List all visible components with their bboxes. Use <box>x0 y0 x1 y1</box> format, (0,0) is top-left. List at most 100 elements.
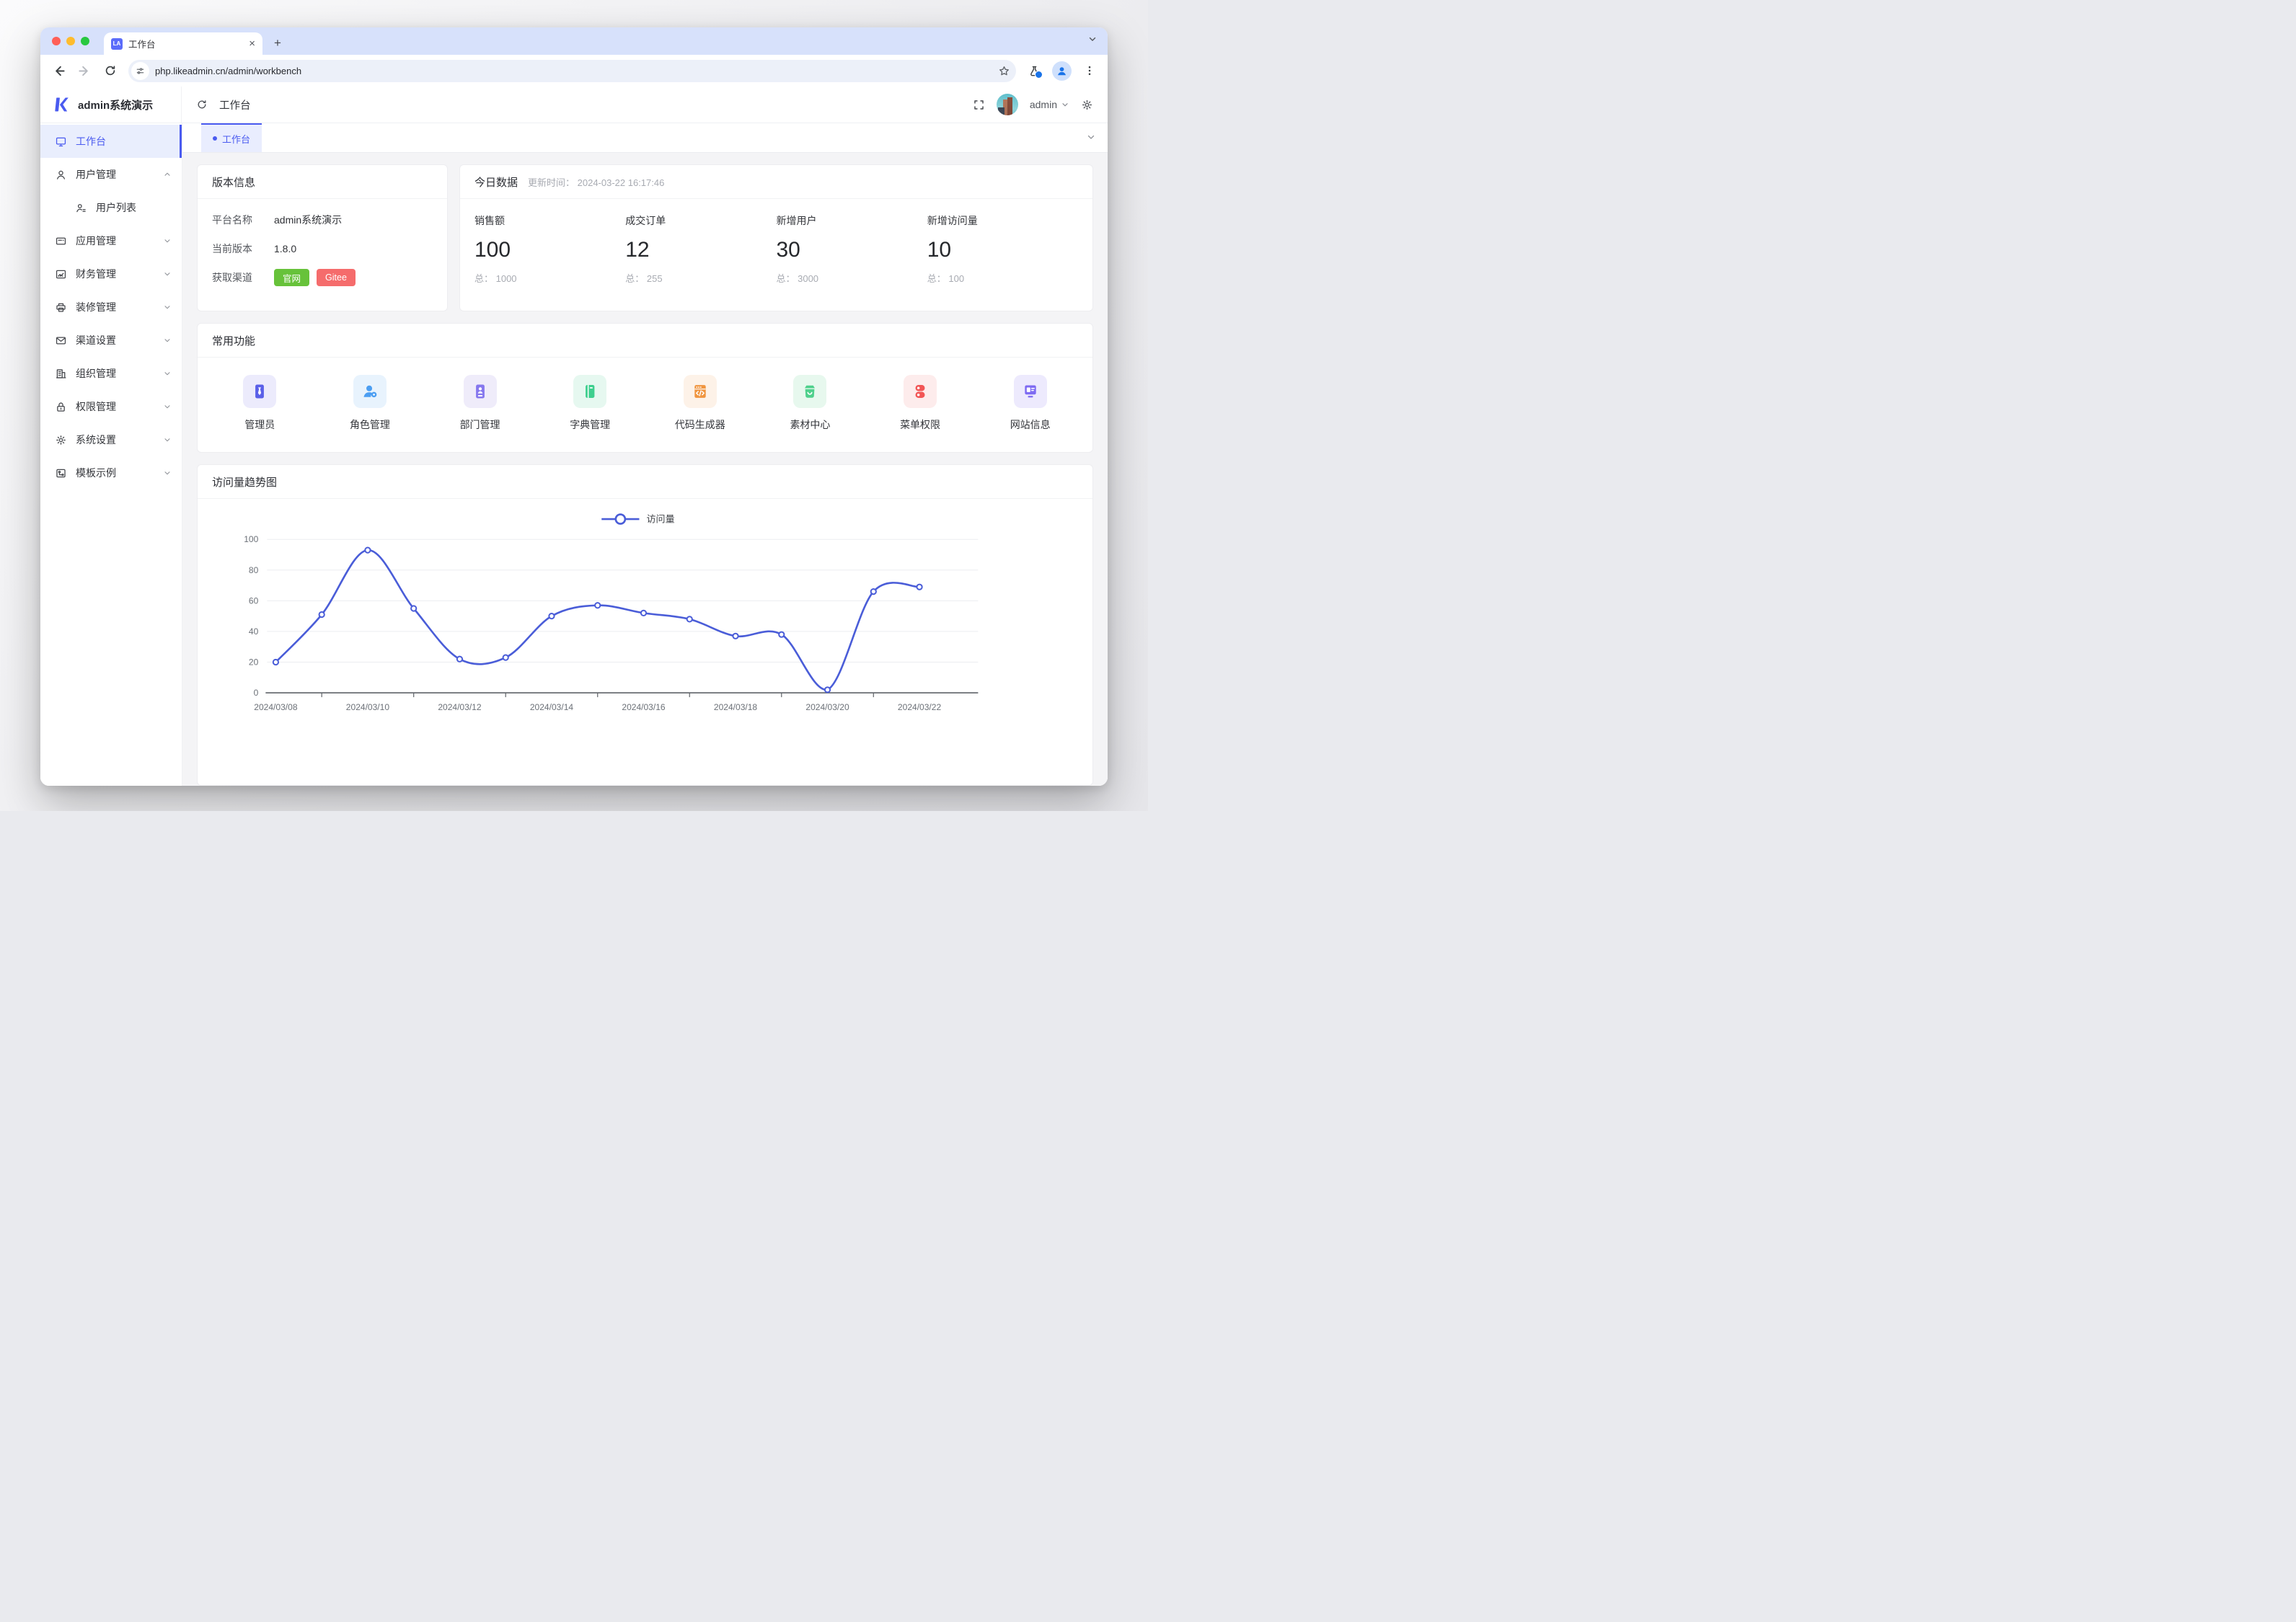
user-avatar[interactable] <box>996 94 1018 115</box>
fullscreen-icon[interactable] <box>973 99 985 111</box>
url-bar[interactable]: php.likeadmin.cn/admin/workbench <box>128 59 1016 82</box>
sidebar-item-系统设置[interactable]: 系统设置 <box>40 423 182 456</box>
line-chart: 0 20 40 60 80 100 2024/03/08 2024/03/10 2024/03/… <box>244 513 979 712</box>
official-site-button[interactable]: 官网 <box>274 269 310 286</box>
sidebar-item-组织管理[interactable]: 组织管理 <box>40 357 182 390</box>
today-data-card: 今日数据 更新时间： 2024-03-22 16:17:46 销售额 100 总： … <box>459 164 1093 311</box>
finance-icon <box>55 268 67 280</box>
close-window-button[interactable] <box>52 37 61 45</box>
active-tab-dot-icon <box>213 136 217 141</box>
stat-新增用户: 新增用户 30 总： 3000 <box>777 213 927 311</box>
svg-text:2024/03/14: 2024/03/14 <box>530 702 574 712</box>
current-version-label: 当前版本 <box>212 243 252 254</box>
quick-item-label: 角色管理 <box>349 419 390 430</box>
updated-time: 更新时间： 2024-03-22 16:17:46 <box>528 177 665 188</box>
tab-close-icon[interactable]: × <box>249 38 255 49</box>
sidebar-item-渠道设置[interactable]: 渠道设置 <box>40 324 182 357</box>
bookmark-star-icon[interactable] <box>996 63 1012 79</box>
sidebar-item-财务管理[interactable]: 财务管理 <box>40 257 182 291</box>
stat-成交订单: 成交订单 12 总： 255 <box>625 213 776 311</box>
sidebar-item-label: 工作台 <box>76 136 106 147</box>
chevron-down-icon <box>163 369 172 378</box>
department-icon <box>463 375 497 408</box>
back-icon[interactable] <box>50 63 66 79</box>
sidebar-item-label: 模板示例 <box>76 467 116 479</box>
gear-icon <box>55 434 67 446</box>
quick-card-title: 常用功能 <box>212 334 256 347</box>
quick-item-菜单权限[interactable]: 菜单权限 <box>865 375 976 432</box>
platform-name-value: admin系统演示 <box>274 214 343 226</box>
quick-item-代码生成器[interactable]: 代码生成器 <box>645 375 756 432</box>
refresh-icon[interactable] <box>196 99 208 110</box>
sidebar-item-用户列表[interactable]: 用户列表 <box>40 191 182 224</box>
sidebar-item-label: 组织管理 <box>76 368 116 379</box>
svg-text:80: 80 <box>249 565 259 575</box>
today-stats: 销售额 100 总： 1000 成交订单 12 总： 255 新增用户 30 总： 3000 新增… <box>460 199 1092 311</box>
tab-title: 工作台 <box>128 40 156 50</box>
stat-value: 12 <box>625 238 650 262</box>
new-tab-button[interactable]: + <box>268 34 287 53</box>
chevron-down-icon <box>163 270 172 278</box>
role-icon <box>353 375 387 408</box>
quick-item-部门管理[interactable]: 部门管理 <box>425 375 535 432</box>
quick-item-角色管理[interactable]: 角色管理 <box>315 375 425 432</box>
gear-icon[interactable] <box>1081 99 1093 111</box>
flask-icon[interactable] <box>1026 63 1043 79</box>
website-icon <box>1013 375 1047 408</box>
logo-k-icon <box>55 97 69 112</box>
quick-item-字典管理[interactable]: 字典管理 <box>535 375 645 432</box>
sidebar-item-label: 权限管理 <box>76 401 116 412</box>
tabbar-chevron-icon[interactable] <box>1086 132 1096 146</box>
channel-label: 获取渠道 <box>212 272 252 283</box>
svg-text:100: 100 <box>244 534 258 544</box>
sidebar-item-模板示例[interactable]: 模板示例 <box>40 456 182 489</box>
sidebar-item-label: 渠道设置 <box>76 334 116 346</box>
browser-toolbar: php.likeadmin.cn/admin/workbench <box>40 55 1108 87</box>
page-tabbar: 工作台 <box>182 123 1108 153</box>
profile-icon[interactable] <box>1052 61 1072 81</box>
url-text[interactable]: php.likeadmin.cn/admin/workbench <box>155 66 990 76</box>
brand[interactable]: admin系统演示 <box>40 87 182 123</box>
minimize-window-button[interactable] <box>66 37 75 45</box>
svg-text:0: 0 <box>254 688 259 698</box>
quick-item-label: 网站信息 <box>1010 419 1051 430</box>
tab-workbench[interactable]: 工作台 <box>201 123 262 152</box>
chevron-down-icon <box>1062 103 1068 107</box>
gitee-button[interactable]: Gitee <box>317 269 356 286</box>
chevron-down-icon <box>163 236 172 245</box>
sidebar-item-装修管理[interactable]: 装修管理 <box>40 291 182 324</box>
quick-item-label: 管理员 <box>244 419 275 430</box>
codegen-icon <box>683 375 717 408</box>
content: 版本信息 平台名称 admin系统演示 当前版本 1.8.0 获取渠道 官网 G… <box>182 153 1108 786</box>
sidebar-item-label: 财务管理 <box>76 268 116 280</box>
chevron-down-icon <box>163 336 172 345</box>
zoom-window-button[interactable] <box>81 37 89 45</box>
quick-item-素材中心[interactable]: 素材中心 <box>755 375 865 432</box>
quick-functions-card: 常用功能 管理员 角色管理 部门管理 字典管理 代码生成器 素材中心 菜单权限 网站信息 <box>197 323 1093 453</box>
tabstrip-chevron-icon[interactable] <box>1087 34 1098 48</box>
menu-dots-icon[interactable] <box>1082 63 1098 79</box>
stat-label: 新增用户 <box>776 215 817 226</box>
admin-tie-icon <box>243 375 277 408</box>
forward-icon[interactable] <box>76 63 92 79</box>
quick-item-网站信息[interactable]: 网站信息 <box>975 375 1085 432</box>
sidebar-item-工作台[interactable]: 工作台 <box>40 125 182 158</box>
sidebar-item-用户管理[interactable]: 用户管理 <box>40 158 182 191</box>
browser-tab[interactable]: LA 工作台 × <box>104 32 262 55</box>
brand-title: admin系统演示 <box>78 99 154 112</box>
sidebar-item-应用管理[interactable]: 应用管理 <box>40 224 182 257</box>
sidebar-item-权限管理[interactable]: 权限管理 <box>40 390 182 423</box>
stat-label: 销售额 <box>474 215 505 226</box>
site-info-icon[interactable] <box>131 61 149 80</box>
stat-value: 10 <box>927 238 952 262</box>
version-info-card: 版本信息 平台名称 admin系统演示 当前版本 1.8.0 获取渠道 官网 G… <box>197 164 448 311</box>
browser-tabstrip: LA 工作台 × + <box>40 27 1108 55</box>
stat-total: 总： 255 <box>625 273 663 284</box>
quick-item-管理员[interactable]: 管理员 <box>205 375 315 432</box>
user-menu[interactable]: admin <box>1030 99 1069 110</box>
reload-icon[interactable] <box>102 63 118 79</box>
browser-window: LA 工作台 × + php.likeadmin.cn/admin/workbe… <box>40 27 1108 786</box>
channel-icon <box>55 334 67 347</box>
chart-card-title: 访问量趋势图 <box>212 476 278 489</box>
chevron-down-icon <box>163 435 172 444</box>
